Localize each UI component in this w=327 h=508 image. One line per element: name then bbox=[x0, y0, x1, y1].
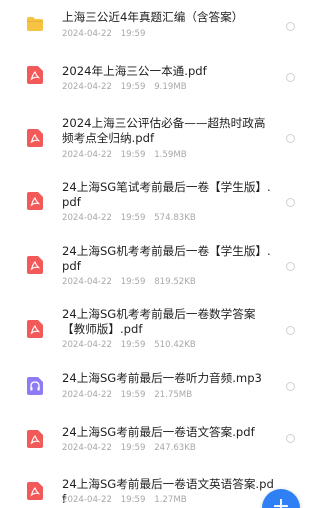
file-meta: 2024-04-22 19:59 510.42KB bbox=[62, 340, 202, 351]
file-date: 2024-04-22 bbox=[62, 495, 112, 505]
file-time: 19:59 bbox=[120, 213, 146, 223]
list-item[interactable]: 24上海SG笔试考前最后一卷【学生版】.pdf 2024-04-22 19:59… bbox=[0, 172, 327, 228]
file-meta: 2024-04-22 19:59 1.59MB bbox=[62, 150, 193, 161]
select-radio[interactable] bbox=[286, 434, 295, 443]
folder-icon bbox=[27, 17, 43, 35]
file-size: 1.59MB bbox=[154, 150, 187, 160]
file-name: 2024年上海三公一本通.pdf bbox=[62, 64, 207, 78]
file-time: 19:59 bbox=[120, 390, 146, 400]
file-time: 19:59 bbox=[120, 150, 146, 160]
list-item[interactable]: 上海三公近4年真题汇编（含答案） 2024-04-22 19:59 bbox=[0, 0, 327, 56]
pdf-icon bbox=[27, 256, 43, 274]
file-size: 9.19MB bbox=[154, 82, 187, 92]
file-size: 510.42KB bbox=[154, 340, 196, 350]
file-size: 21.75MB bbox=[154, 390, 193, 400]
pdf-icon bbox=[27, 66, 43, 84]
file-meta: 2024-04-22 19:59 574.83KB bbox=[62, 213, 202, 224]
list-item[interactable]: 2024年上海三公一本通.pdf 2024-04-22 19:59 9.19MB bbox=[0, 56, 327, 101]
pdf-icon bbox=[27, 192, 43, 210]
file-meta: 2024-04-22 19:59 21.75MB bbox=[62, 390, 198, 401]
file-date: 2024-04-22 bbox=[62, 340, 112, 350]
list-item[interactable]: 24上海SG机考考前最后一卷数学答案【教师版】.pdf 2024-04-22 1… bbox=[0, 300, 327, 356]
file-meta: 2024-04-22 19:59 819.52KB bbox=[62, 277, 202, 288]
file-time: 19:59 bbox=[120, 82, 146, 92]
file-date: 2024-04-22 bbox=[62, 213, 112, 223]
file-date: 2024-04-22 bbox=[62, 82, 112, 92]
select-radio[interactable] bbox=[286, 22, 295, 31]
file-name: 24上海SG笔试考前最后一卷【学生版】.pdf bbox=[62, 180, 271, 209]
file-time: 19:59 bbox=[120, 340, 146, 350]
file-size: 1.27MB bbox=[154, 495, 187, 505]
file-name: 24上海SG考前最后一卷听力音频.mp3 bbox=[62, 371, 262, 385]
file-size: 819.52KB bbox=[154, 277, 196, 287]
file-size: 247.63KB bbox=[154, 443, 196, 453]
select-radio[interactable] bbox=[286, 326, 295, 335]
file-date: 2024-04-22 bbox=[62, 390, 112, 400]
pdf-icon bbox=[27, 482, 43, 500]
file-name: 24上海SG机考考前最后一卷数学答案【教师版】.pdf bbox=[62, 307, 256, 336]
file-date: 2024-04-22 bbox=[62, 277, 112, 287]
pdf-icon bbox=[27, 129, 43, 147]
list-item[interactable]: 2024上海三公评估必备——超热时政高频考点全归纳.pdf 2024-04-22… bbox=[0, 108, 327, 164]
list-item[interactable]: 24上海SG考前最后一卷语文答案.pdf 2024-04-22 19:59 24… bbox=[0, 418, 327, 466]
file-name: 上海三公近4年真题汇编（含答案） bbox=[62, 10, 244, 24]
file-date: 2024-04-22 bbox=[62, 29, 112, 39]
list-item[interactable]: 24上海SG考前最后一卷听力音频.mp3 2024-04-22 19:59 21… bbox=[0, 364, 327, 412]
file-name: 2024上海三公评估必备——超热时政高频考点全归纳.pdf bbox=[62, 116, 266, 145]
file-list: 上海三公近4年真题汇编（含答案） 2024-04-22 19:59 2024年上… bbox=[0, 0, 327, 508]
file-date: 2024-04-22 bbox=[62, 443, 112, 453]
plus-icon: + bbox=[271, 494, 291, 508]
pdf-icon bbox=[27, 430, 43, 448]
pdf-icon bbox=[27, 320, 43, 338]
file-meta: 2024-04-22 19:59 9.19MB bbox=[62, 82, 193, 93]
file-time: 19:59 bbox=[120, 277, 146, 287]
file-time: 19:59 bbox=[120, 443, 146, 453]
select-radio[interactable] bbox=[286, 134, 295, 143]
file-name: 24上海SG机考考前最后一卷【学生版】.pdf bbox=[62, 244, 271, 273]
file-size: 574.83KB bbox=[154, 213, 196, 223]
select-radio[interactable] bbox=[286, 262, 295, 271]
file-meta: 2024-04-22 19:59 1.27MB bbox=[62, 495, 193, 506]
select-radio[interactable] bbox=[286, 73, 295, 82]
file-time: 19:59 bbox=[120, 29, 146, 39]
file-meta: 2024-04-22 19:59 bbox=[62, 29, 151, 40]
select-radio[interactable] bbox=[286, 198, 295, 207]
file-name: 24上海SG考前最后一卷语文答案.pdf bbox=[62, 425, 255, 439]
select-radio[interactable] bbox=[286, 382, 295, 391]
file-time: 19:59 bbox=[120, 495, 146, 505]
file-date: 2024-04-22 bbox=[62, 150, 112, 160]
list-item[interactable]: 24上海SG机考考前最后一卷【学生版】.pdf 2024-04-22 19:59… bbox=[0, 236, 327, 292]
file-meta: 2024-04-22 19:59 247.63KB bbox=[62, 443, 202, 454]
audio-icon bbox=[27, 377, 43, 395]
